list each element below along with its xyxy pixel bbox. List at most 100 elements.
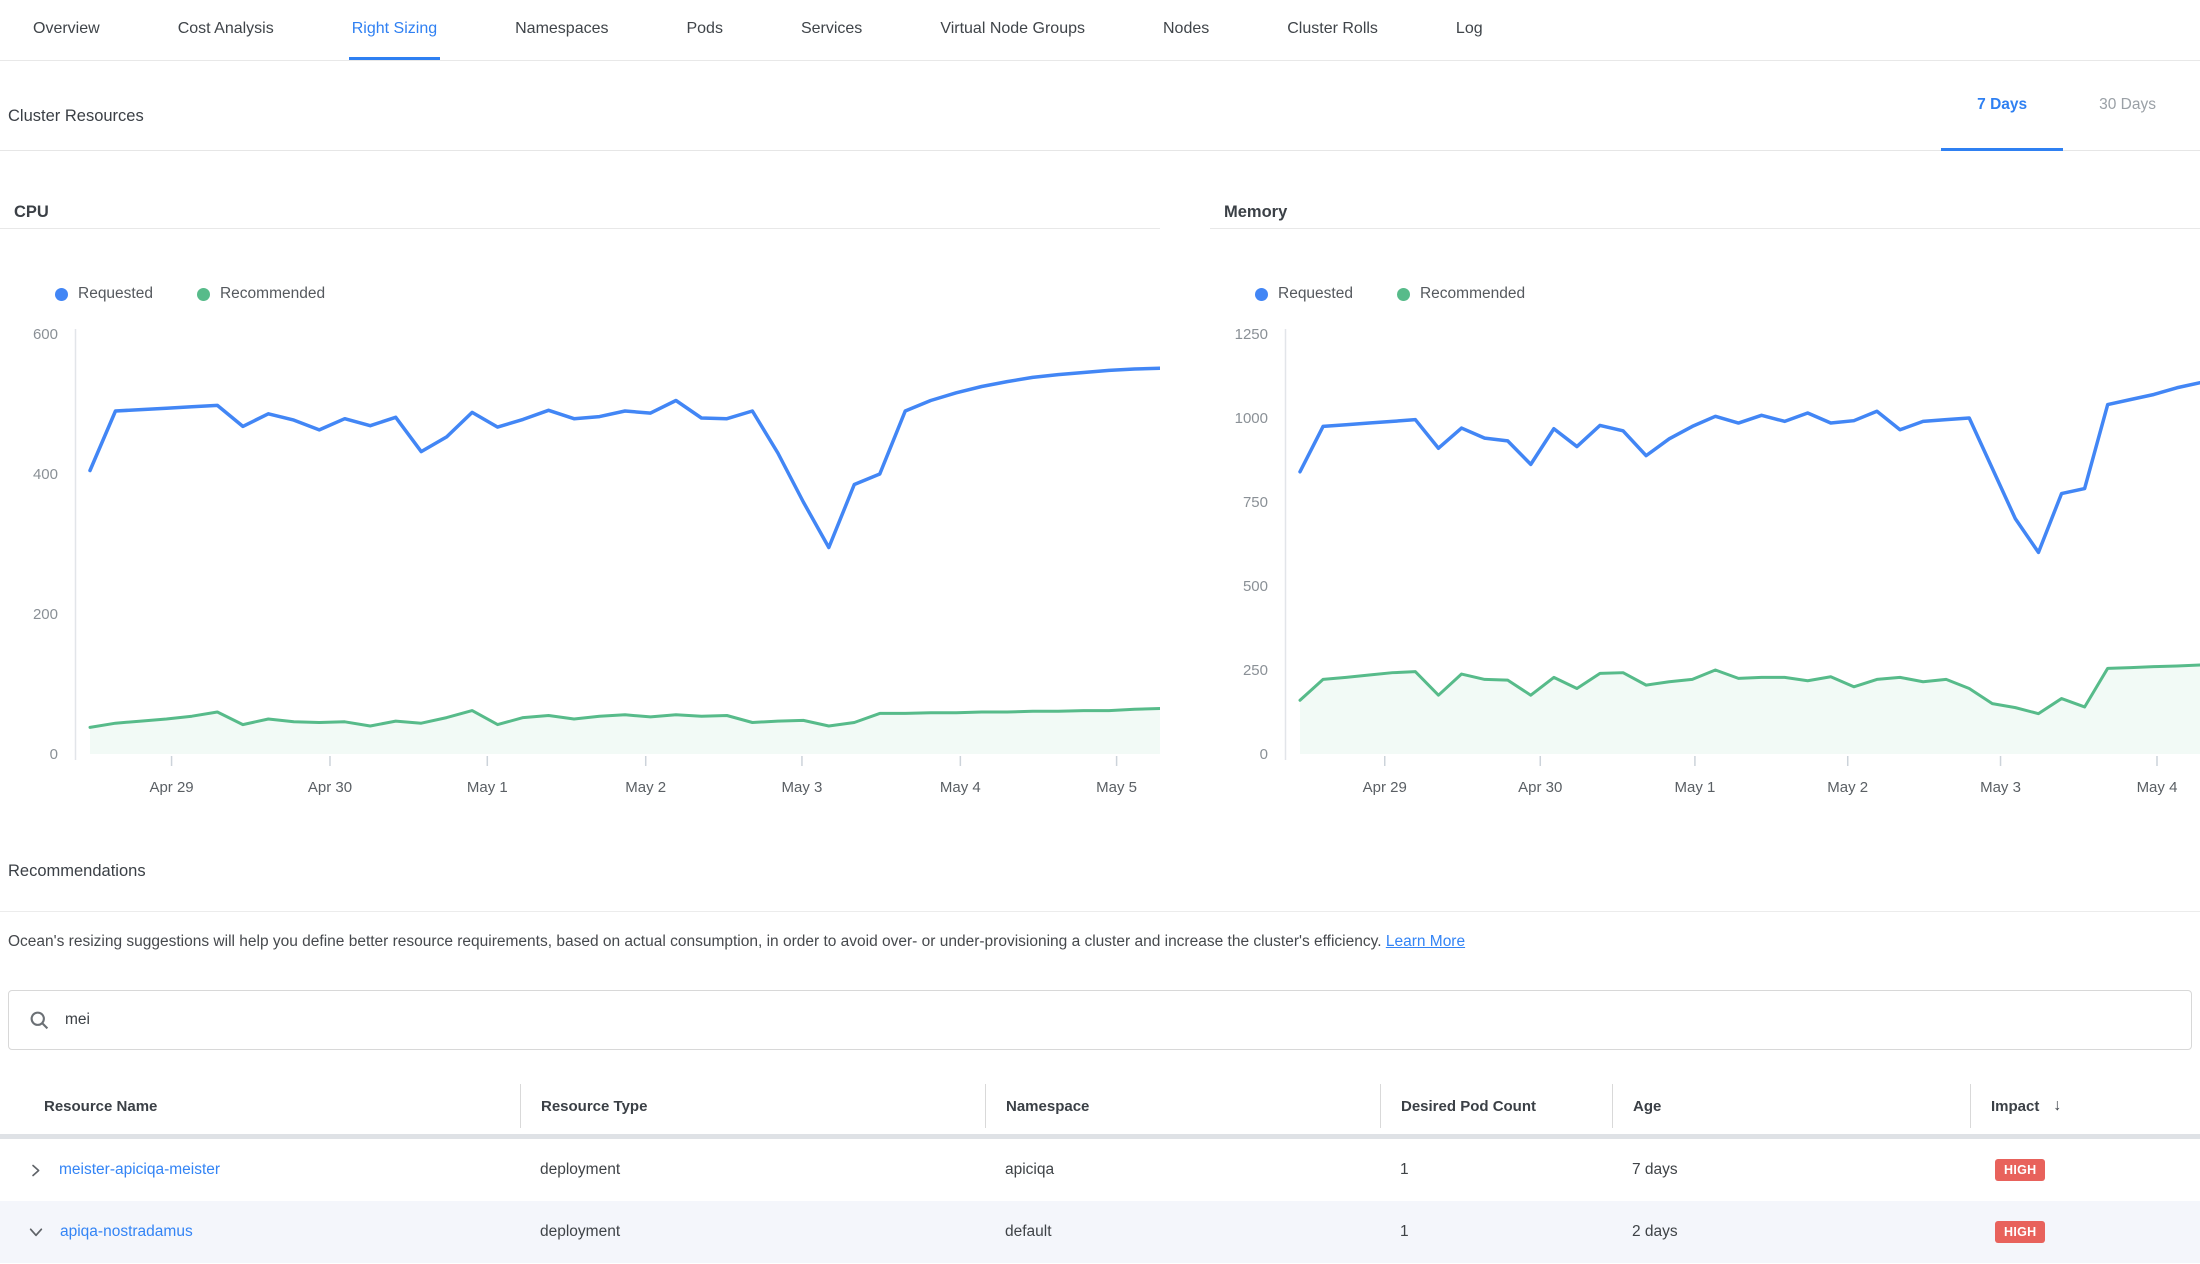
x-axis-label: Apr 29 bbox=[149, 779, 193, 796]
cpu-chart-legend: Requested Recommended bbox=[55, 285, 325, 303]
legend-item-requested: Requested bbox=[1255, 285, 1353, 303]
impact-cell: HIGH bbox=[1970, 1159, 2200, 1181]
search-icon bbox=[29, 1010, 50, 1031]
legend-label: Requested bbox=[78, 285, 153, 303]
tab-cost-analysis[interactable]: Cost Analysis bbox=[175, 0, 277, 60]
y-axis-tick: 1000 bbox=[1235, 410, 1268, 427]
x-axis-label: Apr 30 bbox=[1518, 779, 1562, 796]
legend-item-recommended: Recommended bbox=[197, 285, 325, 303]
legend-item-requested: Requested bbox=[55, 285, 153, 303]
range-30-days[interactable]: 30 Days bbox=[2063, 61, 2192, 151]
column-header-age[interactable]: Age bbox=[1612, 1084, 1970, 1128]
memory-chart-title: Memory bbox=[1224, 203, 1287, 222]
column-header-namespace[interactable]: Namespace bbox=[985, 1084, 1380, 1128]
x-axis-label: May 1 bbox=[1674, 779, 1715, 796]
column-header-desired-pod-count[interactable]: Desired Pod Count bbox=[1380, 1084, 1612, 1128]
sort-arrow-icon[interactable]: ↓ bbox=[2053, 1097, 2061, 1115]
memory-chart: 025050075010001250Apr 29Apr 30May 1May 2… bbox=[1210, 309, 2200, 809]
legend-label: Recommended bbox=[1420, 285, 1525, 303]
table-row-apiqa-nostradamus[interactable]: apiqa-nostradamus deploymentdefault12 day… bbox=[0, 1201, 2200, 1263]
y-axis-tick: 600 bbox=[33, 326, 58, 343]
cpu-chart: 0200400600Apr 29Apr 30May 1May 2May 3May… bbox=[0, 309, 1160, 809]
impact-cell: HIGH bbox=[1970, 1221, 2200, 1243]
desired-pod-count-cell: 1 bbox=[1380, 1161, 1612, 1179]
resource-type-cell: deployment bbox=[520, 1161, 985, 1179]
x-axis-label: May 1 bbox=[467, 779, 508, 796]
resource-name-link[interactable]: meister-apiciqa-meister bbox=[59, 1161, 220, 1179]
namespace-cell: default bbox=[985, 1223, 1380, 1241]
table-body: meister-apiciqa-meisterdeploymentapiciqa… bbox=[0, 1139, 2200, 1263]
divider bbox=[0, 228, 1160, 229]
tab-pods[interactable]: Pods bbox=[683, 0, 725, 60]
x-axis-label: Apr 30 bbox=[308, 779, 352, 796]
column-header-label: Namespace bbox=[1006, 1098, 1089, 1115]
x-axis-label: May 2 bbox=[1827, 779, 1868, 796]
recommendations-title: Recommendations bbox=[8, 862, 146, 881]
tab-cluster-rolls[interactable]: Cluster Rolls bbox=[1284, 0, 1381, 60]
tab-virtual-node-groups[interactable]: Virtual Node Groups bbox=[937, 0, 1088, 60]
tab-overview[interactable]: Overview bbox=[30, 0, 103, 60]
legend-dot-recommended bbox=[1397, 288, 1410, 301]
resource-type-cell: deployment bbox=[520, 1223, 985, 1241]
series-line-requested bbox=[90, 368, 1160, 547]
y-axis-tick: 750 bbox=[1243, 494, 1268, 511]
y-axis-tick: 400 bbox=[33, 466, 58, 483]
recommendations-description: Ocean's resizing suggestions will help y… bbox=[8, 933, 2198, 951]
learn-more-link[interactable]: Learn More bbox=[1386, 933, 1465, 950]
y-axis-tick: 0 bbox=[1260, 746, 1268, 763]
desired-pod-count-cell: 1 bbox=[1380, 1223, 1612, 1241]
memory-chart-legend: Requested Recommended bbox=[1255, 285, 1525, 303]
search-input[interactable] bbox=[65, 1011, 2171, 1029]
namespace-cell: apiciqa bbox=[985, 1161, 1380, 1179]
top-nav: Overview Cost Analysis Right Sizing Namespa… bbox=[0, 0, 2200, 61]
x-axis-label: May 3 bbox=[782, 779, 823, 796]
impact-badge: HIGH bbox=[1995, 1221, 2045, 1243]
column-header-label: Impact bbox=[1991, 1098, 2039, 1115]
age-cell: 2 days bbox=[1612, 1223, 1970, 1241]
chevron-right-icon[interactable] bbox=[28, 1163, 43, 1178]
tab-namespaces[interactable]: Namespaces bbox=[512, 0, 611, 60]
y-axis-tick: 1250 bbox=[1235, 326, 1268, 343]
y-axis-tick: 500 bbox=[1243, 578, 1268, 595]
resource-name-cell: meister-apiciqa-meister bbox=[0, 1161, 520, 1179]
tab-nodes[interactable]: Nodes bbox=[1160, 0, 1212, 60]
legend-dot-requested bbox=[1255, 288, 1268, 301]
impact-badge: HIGH bbox=[1995, 1159, 2045, 1181]
resource-name-link[interactable]: apiqa-nostradamus bbox=[60, 1223, 193, 1241]
cluster-resources-header: Cluster Resources 7 Days30 Days bbox=[0, 61, 2200, 151]
legend-label: Requested bbox=[1278, 285, 1353, 303]
search-box bbox=[8, 990, 2192, 1050]
recommendations-table: Resource Name Resource Type Namespace Desir… bbox=[0, 1078, 2200, 1263]
time-range-tabs: 7 Days30 Days bbox=[1941, 61, 2192, 150]
x-axis-label: May 2 bbox=[625, 779, 666, 796]
tab-log[interactable]: Log bbox=[1453, 0, 1486, 60]
legend-dot-recommended bbox=[197, 288, 210, 301]
chevron-down-icon[interactable] bbox=[28, 1224, 44, 1240]
y-axis-tick: 250 bbox=[1243, 662, 1268, 679]
legend-item-recommended: Recommended bbox=[1397, 285, 1525, 303]
tab-right-sizing[interactable]: Right Sizing bbox=[349, 0, 440, 60]
legend-label: Recommended bbox=[220, 285, 325, 303]
column-header-label: Age bbox=[1633, 1098, 1661, 1115]
tab-services[interactable]: Services bbox=[798, 0, 865, 60]
resource-name-cell: apiqa-nostradamus bbox=[0, 1223, 520, 1241]
column-header-impact[interactable]: Impact ↓ bbox=[1970, 1084, 2200, 1128]
x-axis-label: May 4 bbox=[2137, 779, 2178, 796]
series-line-requested bbox=[1300, 383, 2200, 553]
memory-chart-panel: Memory Requested Recommended 0 250 500 750 10… bbox=[1210, 151, 2200, 811]
table-row-meister-apiciqa-meister[interactable]: meister-apiciqa-meister deploymentapiciqa… bbox=[0, 1139, 2200, 1201]
page-title: Cluster Resources bbox=[8, 107, 144, 150]
legend-dot-requested bbox=[55, 288, 68, 301]
recommendations-description-text: Ocean's resizing suggestions will help y… bbox=[8, 933, 1386, 950]
divider bbox=[1210, 228, 2200, 229]
cpu-chart-panel: CPU RequestedRecommended 0200400600Apr 2… bbox=[0, 151, 1160, 811]
x-axis-label: May 5 bbox=[1096, 779, 1137, 796]
range-7-days[interactable]: 7 Days bbox=[1941, 61, 2063, 151]
x-axis-label: May 3 bbox=[1980, 779, 2021, 796]
column-header-resource-type[interactable]: Resource Type bbox=[520, 1084, 985, 1128]
column-header-label: Desired Pod Count bbox=[1401, 1098, 1536, 1115]
divider bbox=[0, 911, 2200, 912]
column-header-resource-name[interactable]: Resource Name bbox=[0, 1084, 520, 1128]
y-axis-tick: 0 bbox=[50, 746, 58, 763]
column-header-label: Resource Name bbox=[44, 1098, 157, 1115]
